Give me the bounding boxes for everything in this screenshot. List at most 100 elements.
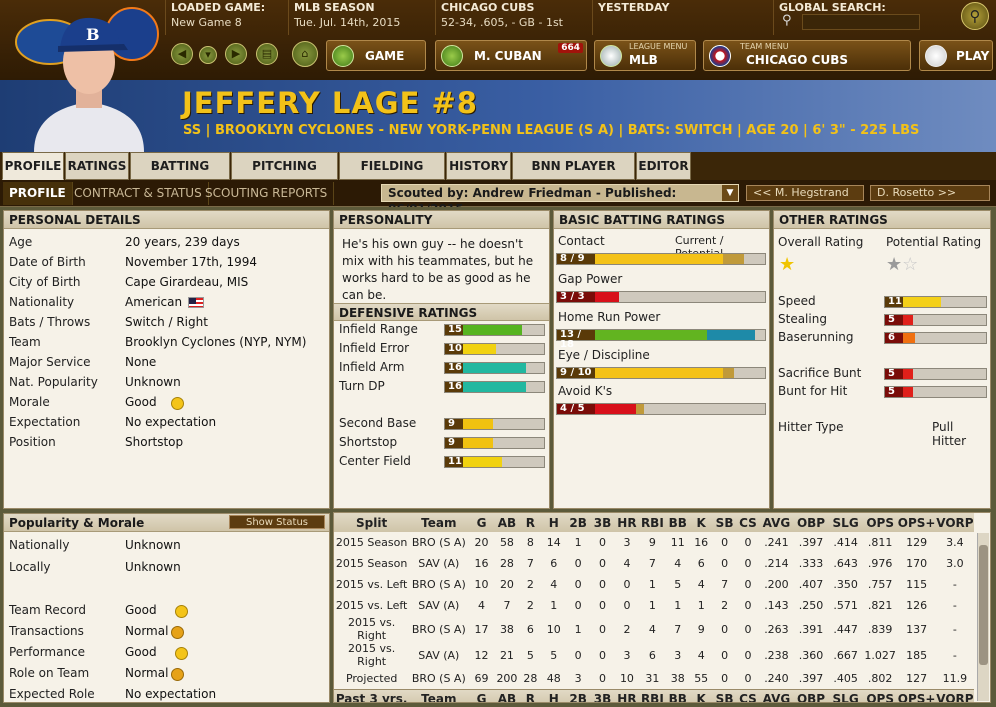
yesterday-info[interactable]: YESTERDAY (592, 0, 773, 35)
tab-batting-stats[interactable]: BATTING STATS (130, 152, 230, 200)
column-header[interactable]: OPS (862, 688, 898, 702)
prev-player-button[interactable]: << M. Hegstrand (746, 185, 864, 201)
column-header[interactable]: AVG (759, 513, 794, 532)
stats-row[interactable]: 2015 Season BRO (S A) 20 58 8 14 1 0 3 9 11 16 0 0 .24… (334, 532, 974, 553)
column-header[interactable]: HR (614, 513, 640, 532)
stats-row[interactable]: 2015 vs. Right BRO (S A) 17 38 6 10 1 0 2 4 7 9 0 0.2… (334, 616, 974, 642)
column-header[interactable]: RBI (639, 513, 666, 532)
bookmark-button[interactable]: ▤ (256, 43, 278, 65)
play-button[interactable]: PLAY (919, 40, 993, 71)
stats-row[interactable]: 2015 vs. Right SAV (A) 12 21 5 5 0 0 3 6 3 4 0 0 .238.… (334, 642, 974, 668)
column-header[interactable]: Team (409, 513, 469, 532)
column-header[interactable]: VORP (935, 513, 974, 532)
column-header[interactable]: OBP (793, 513, 829, 532)
column-header[interactable]: G (468, 513, 495, 532)
tab-history[interactable]: HISTORY (446, 152, 511, 180)
stats-cell: 17 (474, 622, 489, 636)
column-header[interactable]: K (690, 513, 713, 532)
bar-value: 16 (445, 363, 463, 373)
batting-bar: 13 / 18 (556, 329, 766, 350)
stats-row[interactable]: 2015 vs. Left BRO (S A) 10 20 2 4 0 0 0 1 5 4 7 0 .200… (334, 574, 974, 595)
column-header[interactable]: Split (334, 513, 410, 532)
column-header[interactable]: OPS (862, 513, 898, 532)
column-header[interactable]: SLG (828, 513, 863, 532)
search-go-button[interactable]: ⚲ (961, 2, 989, 30)
stats-cell: .200 (764, 578, 789, 591)
column-header[interactable]: G (468, 688, 495, 702)
column-header[interactable]: 2B (565, 513, 591, 532)
subtab-profile[interactable]: PROFILE (3, 182, 73, 205)
neutral-face-icon (171, 626, 184, 639)
team-menu-small: TEAM MENU (740, 42, 789, 51)
next-player-button[interactable]: D. Rosetto >> (870, 185, 990, 201)
column-header[interactable]: R (519, 688, 542, 702)
column-header[interactable]: AVG (759, 688, 794, 702)
column-header[interactable]: CS (736, 688, 760, 702)
tab-pitching-stats[interactable]: PITCHING STATS (231, 152, 338, 200)
stats-scrollbar[interactable] (977, 533, 989, 701)
stats-cell: 7 (526, 557, 534, 570)
column-header[interactable]: RBI (639, 688, 666, 702)
manager-menu-button[interactable]: M. CUBAN 664 (435, 40, 587, 71)
scrollbar-thumb[interactable] (979, 545, 988, 665)
column-header[interactable]: AB (494, 513, 520, 532)
column-header[interactable]: SLG (828, 688, 863, 702)
column-header[interactable]: OPS+ (897, 513, 936, 532)
column-header[interactable]: SB (712, 513, 737, 532)
team-record[interactable]: CHICAGO CUBS 52-34, .605, - GB - 1st (435, 0, 592, 35)
back-button[interactable]: ◀ (171, 43, 193, 65)
column-header[interactable]: Team (409, 688, 469, 702)
stats-row[interactable]: Projected BRO (S A) 69 200 28 48 3 0 10 31 38 55 0 0.… (334, 668, 974, 689)
search-input[interactable] (802, 14, 920, 30)
loaded-game: LOADED GAME: New Game 8 (165, 0, 287, 35)
stats-cell: 0 (623, 599, 631, 612)
stats-cell: .397 (798, 536, 824, 549)
column-header[interactable]: CS (736, 513, 760, 532)
column-header[interactable]: 2B (565, 688, 591, 702)
defensive-label: Turn DP (339, 379, 385, 393)
tab-fielding-stats[interactable]: FIELDING STATS (339, 152, 445, 200)
stats-cell: .238 (764, 648, 789, 662)
stats-table: Split Team G AB R H 2B 3B HR RBI BB K SB CS AVG OBP SLG O… (333, 512, 991, 703)
stats-cell: 16 (694, 536, 709, 549)
stats-cell: 6 (697, 557, 705, 570)
column-header[interactable]: OBP (793, 688, 829, 702)
column-header[interactable]: R (519, 513, 542, 532)
stats-cell: .643 (833, 557, 858, 570)
column-header[interactable]: BB (665, 513, 690, 532)
subtab-contract-status[interactable]: CONTRACT & STATUS (68, 182, 209, 205)
forward-button[interactable]: ▶ (225, 43, 247, 65)
tab-ratings[interactable]: RATINGS (65, 152, 129, 180)
stats-cell: .757 (867, 578, 893, 591)
show-status-button[interactable]: Show Status (229, 515, 325, 529)
tab-bnn-player-page[interactable]: BNN PLAYER PAGE (512, 152, 635, 200)
column-header[interactable]: OPS+ (897, 688, 936, 702)
stats-cell: 7 (674, 622, 682, 636)
other-label: Sacrifice Bunt (778, 366, 862, 380)
team-menu-button[interactable]: TEAM MENU CHICAGO CUBS (703, 40, 911, 71)
tab-editor[interactable]: EDITOR (636, 152, 691, 180)
detail-label: Nationality (9, 295, 75, 309)
scout-select[interactable]: Scouted by: Andrew Friedman - Published:… (381, 184, 739, 216)
home-button[interactable]: ⌂ (292, 41, 318, 67)
stats-row[interactable]: 2015 vs. Left SAV (A) 4 7 2 1 0 0 0 1 1 1 2 0 .143 .250… (334, 595, 974, 616)
column-header[interactable]: H (541, 688, 566, 702)
league-menu-button[interactable]: LEAGUE MENU MLB (594, 40, 696, 71)
column-header[interactable]: SB (712, 688, 737, 702)
stats-cell: .811 (867, 536, 893, 549)
column-header[interactable]: AB (494, 688, 520, 702)
column-header[interactable]: H (541, 513, 566, 532)
column-header[interactable]: VORP (935, 688, 974, 702)
subtab-scouting-reports[interactable]: SCOUTING REPORTS (199, 182, 335, 205)
column-header[interactable]: Past 3 yrs. (334, 688, 410, 702)
column-header[interactable]: 3B (590, 513, 615, 532)
batting-label: Avoid K's (558, 384, 613, 398)
column-header[interactable]: K (690, 688, 713, 702)
game-menu-button[interactable]: GAME (326, 40, 426, 71)
column-header[interactable]: BB (665, 688, 690, 702)
column-header[interactable]: 3B (590, 688, 615, 702)
column-header[interactable]: HR (614, 688, 640, 702)
tab-profile[interactable]: PROFILE (2, 152, 64, 180)
stats-row[interactable]: 2015 Season SAV (A) 16 28 7 6 0 0 4 7 4 6 0 0 .214 .333… (334, 553, 974, 574)
dropdown-button[interactable]: ▾ (199, 46, 217, 64)
